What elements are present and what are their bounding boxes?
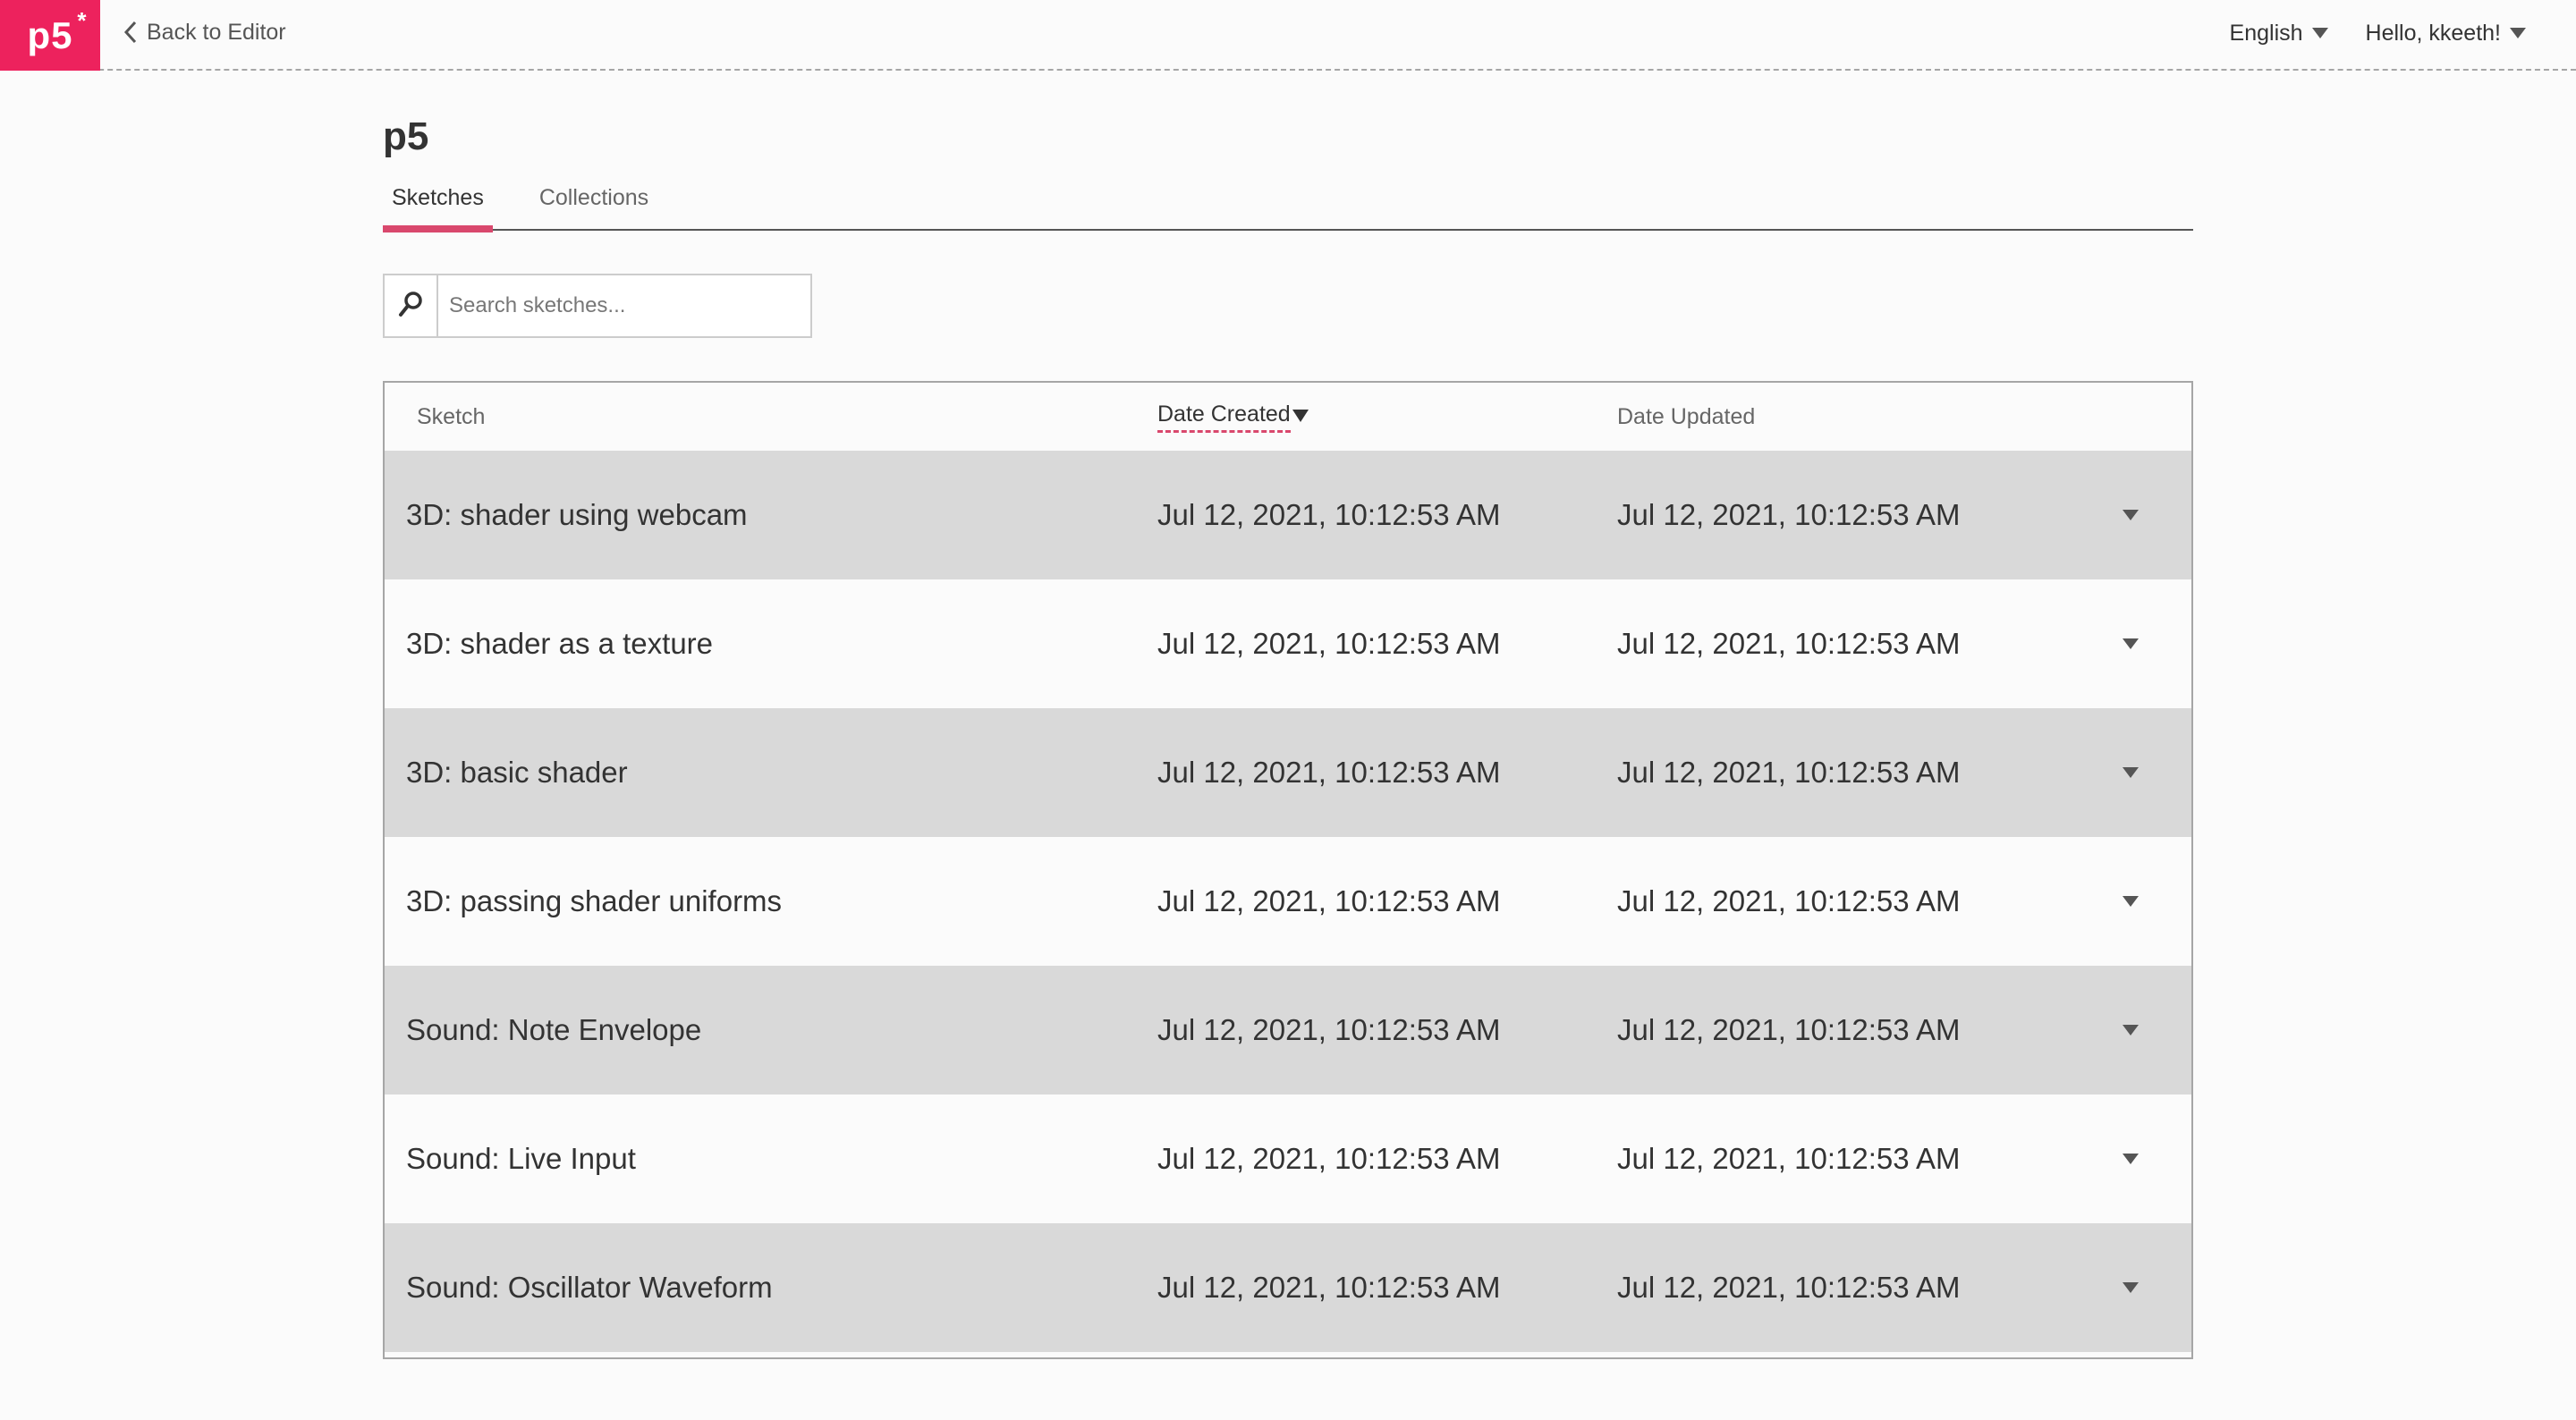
chevron-down-icon [2123,1154,2139,1164]
date-updated: Jul 12, 2021, 10:12:53 AM [1617,1142,1961,1175]
logo-label: p5 [27,13,73,56]
search-input[interactable] [438,275,810,336]
header-sketch[interactable]: Sketch [385,404,1157,430]
date-created: Jul 12, 2021, 10:12:53 AM [1157,756,1501,789]
row-options-button[interactable] [2070,638,2191,649]
table-row[interactable]: Sound: Live Input Jul 12, 2021, 10:12:53… [385,1095,2191,1223]
sort-descending-icon [1292,410,1309,422]
nav-right: English Hello, kkeeth! [2230,16,2526,50]
user-greeting: Hello, kkeeth! [2365,20,2501,46]
chevron-down-icon [2123,638,2139,649]
sort-date-created[interactable]: Date Created [1157,401,1309,433]
date-updated: Jul 12, 2021, 10:12:53 AM [1617,1013,1961,1046]
chevron-down-icon [2123,1282,2139,1293]
chevron-left-icon [123,21,138,44]
tab-collections[interactable]: Collections [530,181,657,231]
sketch-name[interactable]: 3D: basic shader [385,756,1157,790]
page-title: p5 [383,114,429,158]
header-sketch-label: Sketch [417,403,486,429]
header-date-updated-label: Date Updated [1617,403,1756,429]
row-options-button[interactable] [2070,1154,2191,1164]
date-created: Jul 12, 2021, 10:12:53 AM [1157,884,1501,917]
header-date-created[interactable]: Date Created [1157,401,1617,433]
search-icon [397,290,424,323]
language-menu[interactable]: English [2230,21,2328,46]
language-label: English [2229,20,2303,46]
date-updated: Jul 12, 2021, 10:12:53 AM [1617,1271,1961,1304]
back-to-editor-link[interactable]: Back to Editor [123,16,286,48]
main-content: p5 Sketches Collections Sketch Date Crea… [383,106,2193,1359]
back-to-editor-label: Back to Editor [147,19,286,45]
tab-sketches[interactable]: Sketches [383,181,493,232]
date-updated: Jul 12, 2021, 10:12:53 AM [1617,756,1961,789]
row-options-button[interactable] [2070,896,2191,907]
table-header: Sketch Date Created Date Updated [385,383,2191,451]
top-nav: p5 * Back to Editor English Hello, kkeeth… [0,0,2576,71]
sketch-name[interactable]: 3D: shader as a texture [385,627,1157,661]
row-options-button[interactable] [2070,510,2191,520]
logo-asterisk: * [77,6,88,34]
row-options-button[interactable] [2070,1282,2191,1293]
chevron-down-icon [2123,510,2139,520]
row-options-button[interactable] [2070,1025,2191,1035]
table-row[interactable]: 3D: shader as a texture Jul 12, 2021, 10… [385,579,2191,708]
sketch-name[interactable]: Sound: Oscillator Waveform [385,1271,1157,1305]
header-date-updated[interactable]: Date Updated [1617,404,2070,430]
sketch-name[interactable]: Sound: Live Input [385,1142,1157,1176]
chevron-down-icon [2123,767,2139,778]
search-bar [383,274,812,338]
date-created: Jul 12, 2021, 10:12:53 AM [1157,1013,1501,1046]
tab-bar: Sketches Collections [383,181,2193,232]
sketch-name[interactable]: Sound: Note Envelope [385,1013,1157,1047]
chevron-down-icon [2123,896,2139,907]
table-row[interactable]: Sound: Note Envelope Jul 12, 2021, 10:12… [385,966,2191,1095]
chevron-down-icon [2123,1025,2139,1035]
table-row[interactable]: 3D: basic shader Jul 12, 2021, 10:12:53 … [385,708,2191,837]
logo-text: p5 * [27,7,86,57]
search-button[interactable] [385,275,438,336]
table-row[interactable]: 3D: passing shader uniforms Jul 12, 2021… [385,837,2191,966]
table-row[interactable]: 3D: shader using webcam Jul 12, 2021, 10… [385,451,2191,579]
date-updated: Jul 12, 2021, 10:12:53 AM [1617,498,1961,531]
user-menu[interactable]: Hello, kkeeth! [2366,21,2526,46]
header-date-created-label: Date Created [1157,401,1291,433]
chevron-down-icon [2311,28,2328,38]
row-options-button[interactable] [2070,767,2191,778]
date-created: Jul 12, 2021, 10:12:53 AM [1157,1142,1501,1175]
date-created: Jul 12, 2021, 10:12:53 AM [1157,627,1501,660]
p5-logo[interactable]: p5 * [0,0,100,71]
sketch-name[interactable]: 3D: passing shader uniforms [385,884,1157,918]
date-updated: Jul 12, 2021, 10:12:53 AM [1617,884,1961,917]
sketch-name[interactable]: 3D: shader using webcam [385,498,1157,532]
sketches-table: Sketch Date Created Date Updated 3D: sha… [383,381,2193,1359]
date-updated: Jul 12, 2021, 10:12:53 AM [1617,627,1961,660]
chevron-down-icon [2510,28,2526,38]
date-created: Jul 12, 2021, 10:12:53 AM [1157,1271,1501,1304]
table-row[interactable]: Sound: Oscillator Waveform Jul 12, 2021,… [385,1223,2191,1352]
date-created: Jul 12, 2021, 10:12:53 AM [1157,498,1501,531]
